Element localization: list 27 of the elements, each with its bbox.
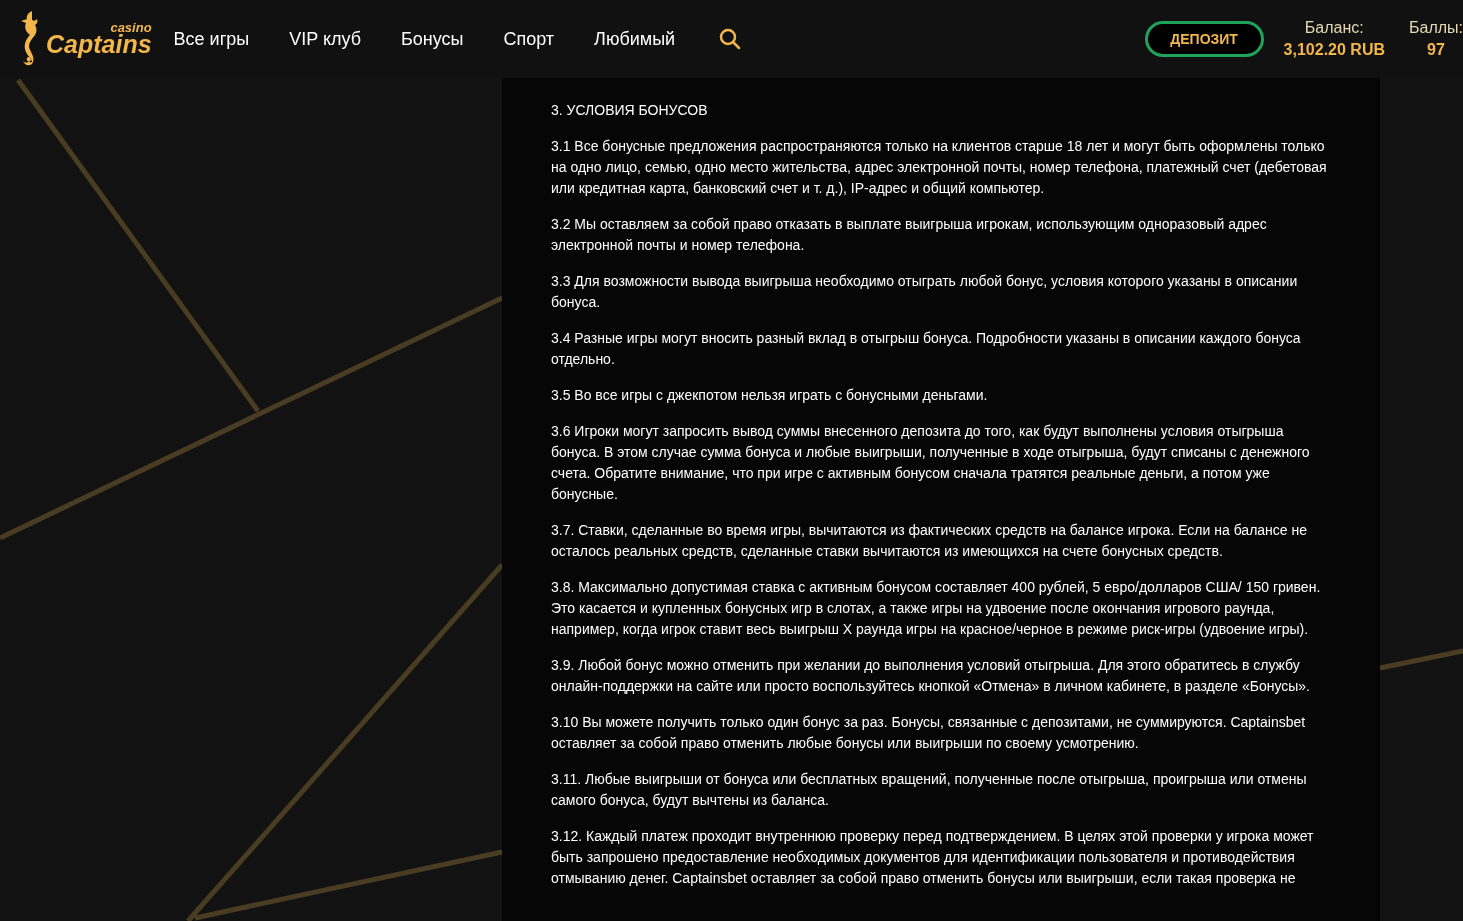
nav-link[interactable]: VIP клуб [289,25,361,53]
stat-label: Баланс: [1304,18,1364,38]
paragraph: 3.9. Любой бонус можно отменить при желании до выполнения условий отыгрыша. Для этого обратитесь в службу онлайн-поддержки на сайте или просто воспользуйтесь кнопкой «Отмена» в личном кабинете, в разделе «Бонусы». [551,656,1311,696]
stat-value: 97 [1427,40,1445,60]
paragraph: 3.1 Все бонусные предложения распространяются только на клиентов старше 18 лет и могут быть оформлены только на одно лицо, семью, одно место жительства, адрес электронной почты, номер телефона, платежный счет (дебетовая или кредитная карта, банковский счет и т. д.), IP-адрес и общий компьютер. [551,137,1328,198]
paragraph: 3.2 Мы оставляем за собой право отказать в выплате выигрыша игрокам, использующим одноразовый адрес электронной почты и номер телефона. [551,215,1268,255]
deposit-button[interactable]: ДЕПОЗИТ [1144,21,1264,57]
paragraph: 3.6 Игроки могут запросить вывод суммы внесенного депозита до того, как будут выполнены условия отыгрыша бонуса. В этом случае сумма бонуса и любые выигрыши, полученные в ходе отыгрыша, будут списаны с денежного счета. Обратите внимание, что при игре с активным бонусом сначала тратятся реальные деньги, а потом уже бонусные. [551,422,1311,504]
nav-link[interactable]: Спорт [503,25,555,53]
logo-wordmark: Captains [46,32,152,57]
paragraph: 3.12. Каждый платеж проходит внутреннюю проверку перед подтверждением. В целях этой проверки у игрока может быть запрошено предоставление необходимых документов для идентификации пользователя и противодействия отмыванию денег. Captainsbet оставляет за собой право отменить бонусы или выигрыши, если такая проверка не [551,827,1315,888]
paragraph: 3.10 Вы можете получить только один бонус за раз. Бонусы, связанные с депозитами, не суммируются. Captainsbet оставляет за собой право отменить любые бонусы или выигрыши по своему усмотрению. [551,713,1307,753]
paragraph: 3.7. Ставки, сделанные во время игры, вычитаются из фактических средств на балансе игрока. Если на балансе не осталось реальных средств, сделанные ставки вычитаются из имеющихся на счете бонусных средств. [551,521,1308,561]
paragraph: 3.4 Разные игры могут вносить разный вклад в отыгрыш бонуса. Подробности указаны в описании каждого бонуса отдельно. [551,329,1302,369]
paragraph: 3.5 Во все игры с джекпотом нельзя играть с бонусными деньгами. [551,386,989,405]
paragraph: 3.8. Максимально допустимая ставка с активным бонусом составляет 400 рублей, 5 евро/долларов США/ 150 гривен. Это касается и купленных бонусных игр в слотах, а также игры на удвоение после окончания игрового раунда, например, когда игрок ставит весь выигрыш X раунда игры на красное/черное в режиме риск-игры (удвоение игры). [551,578,1322,639]
logo[interactable]: casino Captains [18,9,152,69]
stat-value: 3,102.20 RUB [1283,40,1385,60]
paragraph: 3.3 Для возможности вывода выигрыша необходимо отыграть любой бонус, условия которого указаны в описании бонуса. [551,272,1299,312]
logo-tagline: casino [110,21,152,34]
nav-link[interactable]: Бонусы [400,25,464,53]
nav-link[interactable]: Любимый [594,25,676,53]
search-icon[interactable] [719,28,742,50]
section-heading: 3. УСЛОВИЯ БОНУСОВ [551,101,709,120]
nav-link[interactable]: Все игры [173,25,250,53]
paragraph: 3.11. Любые выигрыши от бонуса или бесплатных вращений, полученные после отыгрыша, проигрыша или отмены самого бонуса, будут вычтены из баланса. [551,770,1308,810]
stat-label: Баллы: [1409,18,1463,38]
